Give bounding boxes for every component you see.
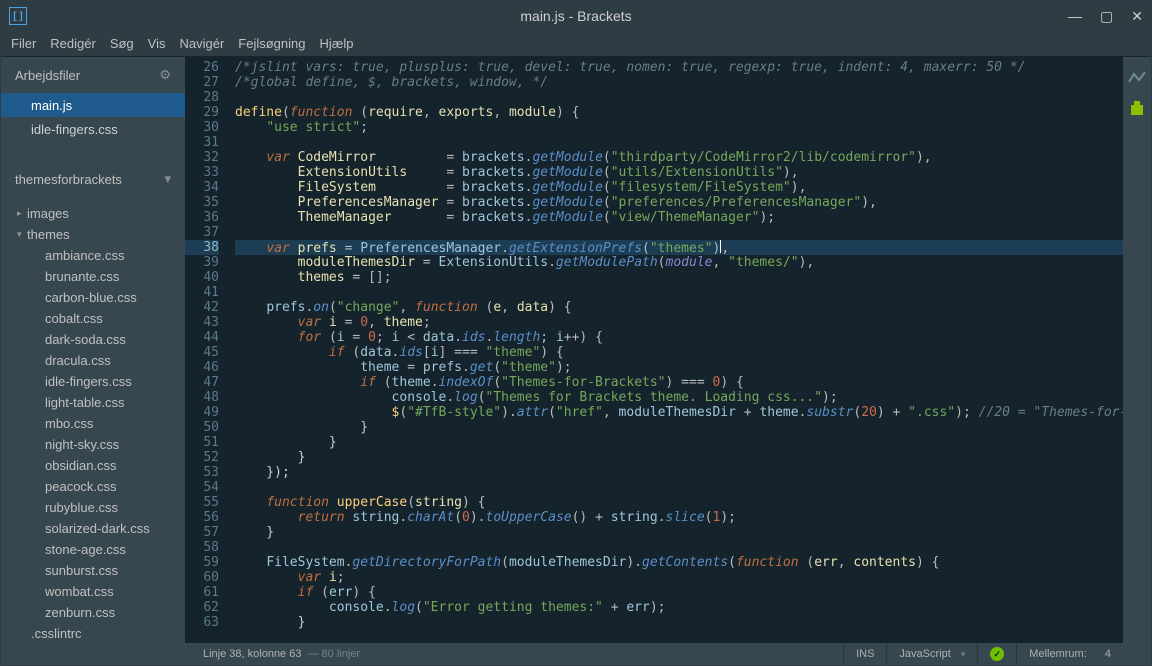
editor: 2627282930313233343536373839404142434445… bbox=[185, 57, 1123, 665]
file-item[interactable]: idle-fingers.css bbox=[1, 371, 185, 392]
minimize-button[interactable]: — bbox=[1068, 8, 1082, 25]
menu-item[interactable]: Navigér bbox=[179, 36, 224, 51]
file-item[interactable]: zenburn.css bbox=[1, 602, 185, 623]
file-item[interactable]: wombat.css bbox=[1, 581, 185, 602]
file-item[interactable]: cobalt.css bbox=[1, 308, 185, 329]
close-button[interactable]: ✕ bbox=[1131, 8, 1143, 25]
file-item[interactable]: dark-soda.css bbox=[1, 329, 185, 350]
menu-item[interactable]: Hjælp bbox=[319, 36, 353, 51]
project-header[interactable]: themesforbrackets ▾ bbox=[1, 161, 185, 197]
status-indent[interactable]: Mellemrum: 4 bbox=[1016, 643, 1123, 665]
file-item[interactable]: peacock.css bbox=[1, 476, 185, 497]
window-title: main.js - Brackets bbox=[1, 8, 1151, 24]
project-name: themesforbrackets bbox=[15, 172, 122, 187]
working-files-label: Arbejdsfiler bbox=[15, 68, 80, 83]
file-item[interactable]: rubyblue.css bbox=[1, 497, 185, 518]
file-item[interactable]: obsidian.css bbox=[1, 455, 185, 476]
file-item[interactable]: brunante.css bbox=[1, 266, 185, 287]
gear-icon[interactable]: ⚙ bbox=[159, 67, 171, 83]
menu-item[interactable]: Vis bbox=[148, 36, 166, 51]
file-item[interactable]: mbo.css bbox=[1, 413, 185, 434]
menu-item[interactable]: Filer bbox=[11, 36, 36, 51]
titlebar: [ ] main.js - Brackets — ▢ ✕ bbox=[1, 1, 1151, 31]
file-item[interactable]: stone-age.css bbox=[1, 539, 185, 560]
folder-item[interactable]: ▸images bbox=[1, 203, 185, 224]
working-files-header[interactable]: Arbejdsfiler ⚙ bbox=[1, 57, 185, 93]
status-lines: — 80 linjer bbox=[307, 648, 360, 660]
status-cursor[interactable]: Linje 38, kolonne 63 bbox=[203, 648, 301, 660]
file-item[interactable]: light-table.css bbox=[1, 392, 185, 413]
statusbar: Linje 38, kolonne 63 — 80 linjer INS Jav… bbox=[185, 643, 1123, 665]
sidebar: Arbejdsfiler ⚙ main.jsidle-fingers.css t… bbox=[1, 57, 185, 665]
file-tree: ▸images▾themesambiance.cssbrunante.cssca… bbox=[1, 203, 185, 665]
file-item[interactable]: night-sky.css bbox=[1, 434, 185, 455]
working-file-item[interactable]: idle-fingers.css bbox=[1, 117, 185, 141]
gutter: 2627282930313233343536373839404142434445… bbox=[185, 57, 229, 643]
file-item[interactable]: sunburst.css bbox=[1, 560, 185, 581]
file-item[interactable]: carbon-blue.css bbox=[1, 287, 185, 308]
file-item[interactable]: dracula.css bbox=[1, 350, 185, 371]
menu-item[interactable]: Redigér bbox=[50, 36, 96, 51]
app-icon: [ ] bbox=[9, 7, 27, 25]
file-item[interactable]: .csslintrc bbox=[1, 623, 185, 644]
folder-item[interactable]: ▾themes bbox=[1, 224, 185, 245]
working-file-item[interactable]: main.js bbox=[1, 93, 185, 117]
maximize-button[interactable]: ▢ bbox=[1100, 8, 1113, 25]
status-language[interactable]: JavaScript▾ bbox=[886, 643, 977, 665]
extensions-icon[interactable] bbox=[1128, 99, 1146, 117]
live-preview-icon[interactable] bbox=[1128, 69, 1146, 87]
file-item[interactable]: ambiance.css bbox=[1, 245, 185, 266]
status-lint-ok[interactable]: ✓ bbox=[977, 643, 1016, 665]
code-area[interactable]: /*jslint vars: true, plusplus: true, dev… bbox=[229, 57, 1123, 643]
working-files-list: main.jsidle-fingers.css bbox=[1, 93, 185, 141]
status-insert-mode[interactable]: INS bbox=[843, 643, 886, 665]
file-item[interactable]: solarized-dark.css bbox=[1, 518, 185, 539]
chevron-down-icon: ▾ bbox=[164, 171, 171, 187]
menu-item[interactable]: Fejlsøgning bbox=[238, 36, 305, 51]
menu-item[interactable]: Søg bbox=[110, 36, 134, 51]
menubar: Filer Redigér Søg Vis Navigér Fejlsøgning Hjæl… bbox=[1, 31, 1151, 57]
right-toolbar bbox=[1123, 57, 1151, 665]
